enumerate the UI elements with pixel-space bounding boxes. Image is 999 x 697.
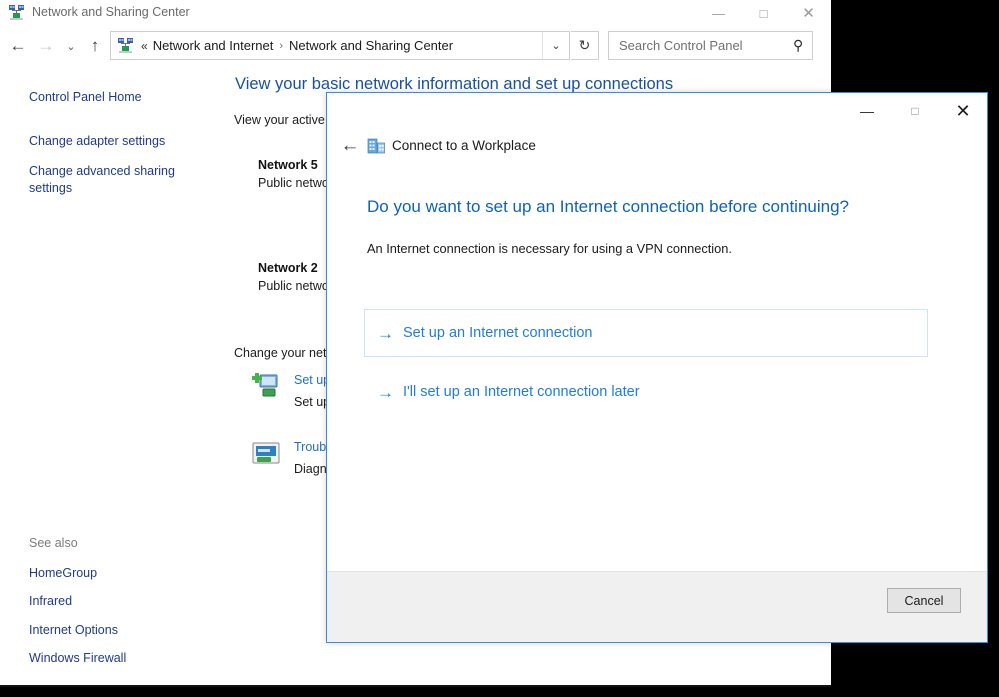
dialog-window-controls: — □ ✕	[843, 93, 987, 129]
choice-set-up-internet-connection[interactable]: → Set up an Internet connection	[364, 309, 928, 357]
forward-button[interactable]: →	[33, 29, 59, 63]
dialog-navigation-row: ← Connect to a Workplace	[327, 129, 987, 165]
up-button[interactable]: ↑	[83, 29, 107, 63]
dialog-description: An Internet connection is necessary for …	[367, 241, 732, 256]
search-icon[interactable]: ⚲	[793, 37, 803, 54]
recent-locations-button[interactable]: ⌄	[61, 29, 81, 63]
network-icon	[8, 4, 25, 21]
sidebar-item-change-advanced-sharing-settings[interactable]: Change advanced sharing settings	[29, 163, 189, 197]
refresh-button[interactable]: ↻	[571, 31, 599, 60]
choice-label[interactable]: Set up an Internet connection	[403, 325, 592, 341]
address-bar[interactable]: « Network and Internet › Network and Sha…	[110, 31, 570, 60]
dialog-back-button[interactable]: ←	[336, 132, 364, 160]
search-input[interactable]	[617, 37, 781, 54]
dialog-question: Do you want to set up an Internet connec…	[367, 197, 849, 216]
sidebar-item-control-panel-home[interactable]: Control Panel Home	[29, 89, 142, 106]
network-entry: Network 2 Public network	[234, 261, 339, 293]
arrow-right-icon: →	[377, 323, 394, 343]
arrow-right-icon: →	[377, 382, 394, 402]
address-network-icon	[117, 37, 134, 54]
window-bottom-border	[0, 685, 831, 687]
left-navigation-pane: Control Panel Home Change adapter settin…	[0, 66, 228, 686]
dialog-footer: Cancel	[327, 571, 987, 642]
navigation-bar: ← → ⌄ ↑ « Network and Internet › Network…	[0, 28, 831, 64]
sidebar-item-windows-firewall[interactable]: Windows Firewall	[29, 650, 126, 667]
maximize-button[interactable]: □	[741, 0, 786, 27]
main-window-controls: — □ ✕	[696, 0, 831, 27]
new-connection-icon	[250, 371, 282, 403]
breadcrumb-segment-network-and-sharing-center[interactable]: Network and Sharing Center	[289, 38, 453, 53]
see-also-header: See also	[29, 536, 78, 550]
sidebar-item-internet-options[interactable]: Internet Options	[29, 622, 118, 639]
close-button[interactable]: ✕	[786, 0, 831, 27]
sidebar-item-infrared[interactable]: Infrared	[29, 593, 72, 610]
breadcrumb-segment-network-and-internet[interactable]: Network and Internet	[153, 38, 274, 53]
dialog-close-button[interactable]: ✕	[939, 93, 987, 129]
choice-set-up-internet-connection-later[interactable]: → I'll set up an Internet connection lat…	[364, 368, 928, 416]
dialog-minimize-button[interactable]: —	[843, 93, 891, 129]
choice-label[interactable]: I'll set up an Internet connection later	[403, 384, 640, 400]
cancel-button[interactable]: Cancel	[887, 588, 961, 613]
breadcrumb-overflow-icon[interactable]: «	[141, 39, 148, 53]
troubleshoot-icon	[250, 438, 282, 470]
workplace-building-icon	[367, 136, 386, 155]
minimize-button[interactable]: —	[696, 0, 741, 27]
main-window-titlebar: Network and Sharing Center — □ ✕	[0, 0, 831, 28]
connect-to-workplace-dialog: — □ ✕ ← Connect to a Workplace Do you wa…	[326, 92, 988, 643]
network-entry: Network 5 Public network	[234, 158, 339, 190]
dialog-maximize-button[interactable]: □	[891, 93, 939, 129]
address-dropdown-icon[interactable]: ⌄	[542, 32, 569, 59]
search-box[interactable]: ⚲	[608, 31, 813, 60]
breadcrumb-separator-icon: ›	[279, 39, 284, 52]
dialog-title: Connect to a Workplace	[392, 138, 536, 153]
dialog-titlebar: — □ ✕	[327, 93, 987, 129]
sidebar-item-change-adapter-settings[interactable]: Change adapter settings	[29, 133, 165, 150]
main-window-title: Network and Sharing Center	[32, 5, 190, 19]
back-button[interactable]: ←	[5, 29, 31, 63]
sidebar-item-homegroup[interactable]: HomeGroup	[29, 565, 97, 582]
dialog-body: Do you want to set up an Internet connec…	[327, 165, 987, 572]
